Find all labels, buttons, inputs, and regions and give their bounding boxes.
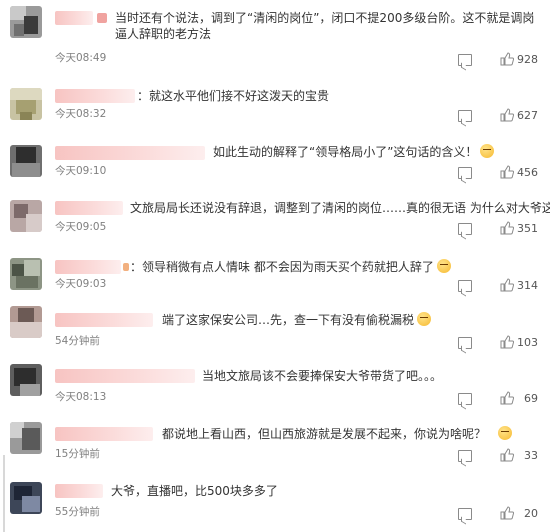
comment-text-content: 端了这家保安公司…先，查一下有没有偷税漏税 [162, 313, 415, 327]
thumbs-up-icon[interactable] [500, 165, 514, 179]
comment-item: 端了这家保安公司…先，查一下有没有偷税漏税 54分钟前 103 [0, 302, 550, 358]
comment-icon[interactable] [458, 337, 472, 349]
comment-item: 都说地上看山西，但山西旅游就是发展不起来，你说为啥呢？ 15分钟前 33 [0, 410, 550, 466]
comment-item: ：就这水平他们接不好这泼天的宝贵 今天08:32 627 [0, 72, 550, 130]
comment-icon[interactable] [458, 280, 472, 292]
comment-icon[interactable] [458, 54, 472, 66]
crying-emoji-icon [417, 312, 432, 326]
thumbs-up-icon[interactable] [500, 52, 514, 66]
comment-text-content: 如此生动的解释了“领导格局小了”这句话的含义！ [213, 145, 478, 159]
comment-item: 文旅局局长还说没有辞退，调整到了清闲的岗位……真的很无语 为什么对大爷这样 今天… [0, 188, 550, 246]
comment-text: 如此生动的解释了“领导格局小了”这句话的含义！ [213, 144, 495, 160]
comment-icon[interactable] [458, 393, 472, 405]
username[interactable] [55, 369, 195, 383]
avatar[interactable] [10, 364, 42, 396]
comment-item: 大爷，直播吧，比500块多多了 55分钟前 20 [0, 466, 550, 532]
thumbs-up-icon[interactable] [500, 278, 514, 292]
like-count: 33 [524, 449, 538, 462]
username[interactable] [55, 260, 121, 274]
comment-time: 54分钟前 [55, 335, 100, 347]
username[interactable] [55, 427, 153, 441]
thumbs-up-icon[interactable] [500, 108, 514, 122]
comment-icon[interactable] [458, 167, 472, 179]
comment-item: 当地文旅局该不会要捧保安大爷带货了吧。。。 今天08:13 69 [0, 358, 550, 410]
thumbs-up-icon[interactable] [500, 221, 514, 235]
like-count: 351 [517, 222, 538, 235]
username[interactable] [55, 146, 205, 160]
username[interactable] [55, 201, 123, 215]
comment-time: 今天09:10 [55, 165, 107, 177]
avatar[interactable] [10, 258, 42, 290]
comment-text: ：领导稍微有点人情味 都不会因为雨天买个药就把人辞了 [130, 259, 451, 275]
comment-time: 15分钟前 [55, 448, 100, 460]
comment-text: 文旅局局长还说没有辞退，调整到了清闲的岗位……真的很无语 为什么对大爷这样 [130, 201, 550, 215]
username[interactable] [123, 263, 129, 271]
comment-time: 今天08:32 [55, 108, 107, 120]
avatar[interactable] [10, 145, 42, 177]
comment-text-content: 都说地上看山西，但山西旅游就是发展不起来，你说为啥呢？ [162, 427, 487, 441]
username[interactable] [55, 89, 135, 103]
comment-item: 当时还有个说法，调到了“清闲的岗位”，闭口不提200多级台阶。这不就是调岗逼人辞… [0, 0, 550, 72]
comment-icon[interactable] [458, 110, 472, 122]
thumbs-up-icon[interactable] [500, 335, 514, 349]
comment-text: ：就这水平他们接不好这泼天的宝贵 [137, 89, 330, 103]
thumbs-up-icon[interactable] [500, 391, 514, 405]
comment-icon[interactable] [458, 450, 472, 462]
like-count: 456 [517, 166, 538, 179]
comment-icon[interactable] [458, 223, 472, 235]
comment-item: ：领导稍微有点人情味 都不会因为雨天买个药就把人辞了 今天09:03 314 [0, 246, 550, 302]
thumbs-up-icon[interactable] [500, 506, 514, 520]
comment-item: 如此生动的解释了“领导格局小了”这句话的含义！ 今天09:10 456 [0, 130, 550, 188]
laughing-emoji-icon [480, 144, 495, 158]
like-count: 314 [517, 279, 538, 292]
like-count: 627 [517, 109, 538, 122]
avatar[interactable] [10, 200, 42, 232]
username[interactable] [55, 313, 153, 327]
avatar[interactable] [10, 482, 42, 514]
username[interactable] [55, 484, 103, 498]
comment-text-content: ：领导稍微有点人情味 都不会因为雨天买个药就把人辞了 [130, 260, 434, 274]
thumbs-up-icon[interactable] [500, 448, 514, 462]
like-count: 20 [524, 507, 538, 520]
avatar[interactable] [10, 422, 42, 454]
thinking-emoji-icon [498, 426, 513, 440]
avatar[interactable] [10, 88, 42, 120]
comment-time: 今天08:49 [55, 52, 107, 64]
comment-icon[interactable] [458, 508, 472, 520]
comment-time: 今天09:05 [55, 221, 107, 233]
avatar[interactable] [10, 6, 42, 38]
like-count: 103 [517, 336, 538, 349]
comment-text: 大爷，直播吧，比500块多多了 [111, 484, 278, 498]
sweat-smile-emoji-icon [436, 259, 451, 273]
comment-time: 今天09:03 [55, 278, 107, 290]
comment-text: 都说地上看山西，但山西旅游就是发展不起来，你说为啥呢？ [162, 426, 513, 442]
like-count: 928 [517, 53, 538, 66]
comment-text: 当地文旅局该不会要捧保安大爷带货了吧。。。 [202, 369, 443, 383]
username[interactable] [97, 13, 107, 23]
username[interactable] [55, 11, 93, 25]
comment-text: 当时还有个说法，调到了“清闲的岗位”，闭口不提200多级台阶。这不就是调岗逼人辞… [115, 11, 535, 41]
comment-time: 今天08:13 [55, 391, 107, 403]
like-count: 69 [524, 392, 538, 405]
comment-text: 端了这家保安公司…先，查一下有没有偷税漏税 [162, 312, 432, 328]
avatar[interactable] [10, 306, 42, 338]
comment-time: 55分钟前 [55, 506, 100, 518]
